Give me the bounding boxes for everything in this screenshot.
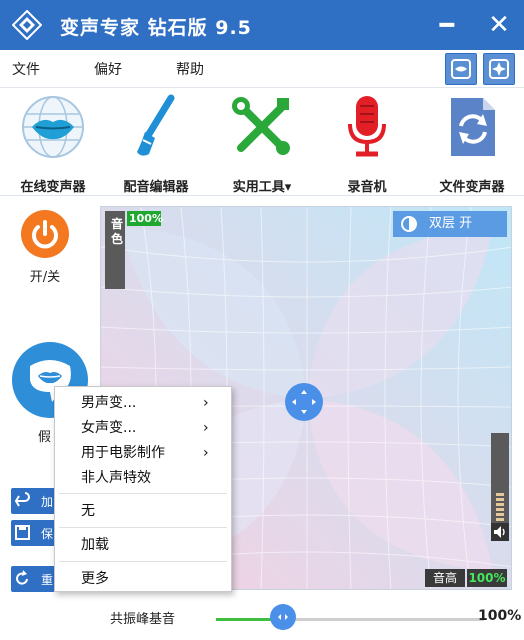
menu-preferences[interactable]: 偏好 [94,59,122,79]
menu-bar: 文件 偏好 帮助 [0,50,524,88]
menu-item-male-voice[interactable]: 男声变... › [55,391,231,415]
load-icon [14,492,30,507]
menu-item-label: 非人声特效 [81,470,151,486]
app-title: 变声专家 钻石版 9.5 [60,17,252,39]
reset-icon [16,570,28,585]
resonance-value: 100% [478,608,522,624]
menu-item-label: 加载 [81,537,109,553]
menu-item-label: 男声变... [81,395,137,411]
timbre-value: 100% [127,211,163,226]
timbre-meter: 音色 [105,211,125,289]
load-button[interactable]: 加 [11,488,55,514]
paintbrush-icon [137,94,175,156]
resonance-bar: 共振峰基音 100% [0,596,524,640]
chevron-right-icon: › [203,420,209,436]
menu-item-female-voice[interactable]: 女声变... › [55,416,231,440]
title-bar: 变声专家 钻石版 9.5 ━ ✕ [0,0,524,50]
menu-item-non-human-effects[interactable]: 非人声特效 [55,466,231,490]
save-icon [15,525,30,540]
speaker-icon [494,526,505,538]
menu-separator [59,493,227,494]
dual-layer-label: 双层 开 [429,216,473,231]
menu-item-label: 无 [81,503,95,519]
menu-separator [59,561,227,562]
resonance-label: 共振峰基音 [110,612,176,627]
resonance-slider-track[interactable] [216,618,484,621]
recorder-label: 录音机 [347,180,387,195]
move-arrows-icon [292,390,316,414]
menu-item-label: 更多 [81,571,109,587]
menu-file[interactable]: 文件 [12,59,40,79]
close-button[interactable]: ✕ [484,10,514,40]
pitch-meter-bars [496,493,504,521]
online-voice-changer-label: 在线变声器 [20,180,86,195]
power-toggle-button[interactable] [21,210,69,258]
mask-skin-button[interactable] [445,53,477,85]
save-label: 保 [41,527,54,541]
voice-context-menu: 男声变... › 女声变... › 用于电影制作 › 非人声特效 无 加载 更多 [54,386,232,592]
mask-icon [451,59,471,79]
menu-help[interactable]: 帮助 [176,59,204,79]
minimize-button[interactable]: ━ [432,10,462,40]
reset-button[interactable]: 重 [11,566,55,592]
save-button[interactable]: 保 [11,520,55,546]
menu-item-film-production[interactable]: 用于电影制作 › [55,441,231,465]
globe-lips-icon [22,96,84,158]
file-convert-icon [451,98,495,156]
resonance-slider-thumb[interactable] [270,604,296,630]
wrench-screwdriver-icon [232,97,290,155]
online-voice-changer-tool[interactable]: 在线变声器 [3,94,103,195]
dubbing-editor-tool[interactable]: 配音编辑器 [106,94,206,195]
dual-layer-toggle[interactable]: 双层 开 [393,211,507,237]
half-circle-icon [401,216,417,232]
pitch-label: 音高 [425,569,465,587]
menu-item-more[interactable]: 更多 [55,567,231,591]
menu-item-label: 用于电影制作 [81,445,165,461]
microphone-icon [348,96,386,157]
power-icon [32,220,58,249]
pitch-value: 100% [467,569,507,587]
sparkle-theme-button[interactable] [483,53,515,85]
chevron-right-icon: › [203,395,209,411]
power-toggle-label: 开/关 [29,270,61,285]
load-label: 加 [41,495,54,509]
reset-label: 重 [41,573,54,587]
main-toolbar: 在线变声器 配音编辑器 实用工具▾ 录音机 文件变声器 [0,88,524,196]
recorder-tool[interactable]: 录音机 [317,94,417,195]
file-voice-changer-label: 文件变声器 [439,180,505,195]
chevron-right-icon: › [203,445,209,461]
utility-tools-menu[interactable]: 实用工具▾ [212,94,312,195]
timbre-label: 音色 [111,217,124,246]
pad-center-handle[interactable] [285,383,323,421]
dubbing-editor-label: 配音编辑器 [123,180,189,195]
file-voice-changer-tool[interactable]: 文件变声器 [422,94,522,195]
menu-item-none[interactable]: 无 [55,499,231,523]
menu-separator [59,527,227,528]
app-logo-icon [12,10,42,40]
sparkle-icon [489,59,509,79]
utility-tools-label: 实用工具▾ [232,180,292,195]
menu-item-load[interactable]: 加载 [55,533,231,557]
slider-arrows-icon [278,614,288,620]
speaker-mute-button[interactable] [491,523,509,541]
menu-item-label: 女声变... [81,420,137,436]
voice-preset-label: 假 [38,430,52,445]
